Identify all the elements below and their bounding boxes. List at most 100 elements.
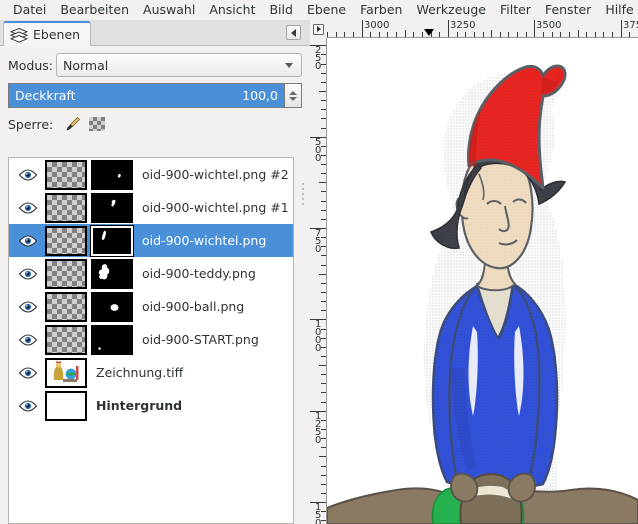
menu-werkzeuge[interactable]: Werkzeuge [409, 1, 493, 19]
layer-row[interactable]: oid-900-wichtel.png [9, 224, 293, 257]
layer-row[interactable]: oid-900-wichtel.png #1 [9, 191, 293, 224]
layers-dock: Ebenen Modus: Normal Deckkraft 100,0 Spe… [0, 20, 310, 524]
layer-visibility-toggle[interactable] [11, 201, 45, 214]
ruler-tick [370, 32, 371, 37]
layer-thumbnail-transparent[interactable] [45, 258, 87, 289]
layer-mask-thumbnail[interactable] [91, 324, 133, 355]
dock-scrollbar[interactable] [300, 180, 306, 400]
ruler-tick [321, 475, 326, 476]
layer-row[interactable]: oid-900-START.png [9, 323, 293, 356]
ruler-origin-button[interactable] [310, 20, 327, 38]
ruler-tick [321, 82, 326, 83]
ruler-tick [319, 274, 326, 275]
layer-thumbnail-drawing[interactable] [45, 357, 87, 388]
ruler-tick [491, 30, 492, 37]
ruler-tick [321, 310, 326, 311]
layer-name-label: oid-900-START.png [142, 332, 259, 347]
layer-list[interactable]: oid-900-wichtel.png #2 oid-900-wichtel.pn… [8, 157, 294, 524]
menu-filter[interactable]: Filter [493, 1, 538, 19]
ruler-tick [353, 32, 354, 37]
horizontal-ruler[interactable]: 3000 3250 3500 3750 [327, 20, 638, 38]
menu-bild[interactable]: Bild [262, 1, 299, 19]
menu-fenster[interactable]: Fenster [538, 1, 598, 19]
menu-bearbeiten[interactable]: Bearbeiten [53, 1, 136, 19]
ruler-tick [560, 32, 561, 37]
layer-mask-thumbnail[interactable] [91, 258, 133, 289]
ruler-tick [321, 447, 326, 448]
ruler-tick [379, 32, 380, 37]
ruler-tick [321, 283, 326, 284]
eye-icon [18, 267, 38, 280]
menu-farben[interactable]: Farben [353, 1, 409, 19]
opacity-label: Deckkraft [15, 88, 76, 103]
canvas-area: 3000 3250 3500 3750 250 500 750 1000 1250 1500 [310, 20, 638, 524]
layer-row[interactable]: oid-900-wichtel.png #2 [9, 158, 293, 191]
checker-swatch [89, 117, 106, 131]
layer-visibility-toggle[interactable] [11, 399, 45, 412]
layer-visibility-toggle[interactable] [11, 300, 45, 313]
layer-thumbnail-white[interactable] [45, 390, 87, 421]
menu-hilfe[interactable]: Hilfe [598, 1, 638, 19]
ruler-tick [439, 32, 440, 37]
mode-label: Modus: [8, 57, 54, 73]
layer-visibility-toggle[interactable] [11, 267, 45, 280]
mode-combobox[interactable]: Normal [56, 53, 302, 77]
scroll-dot [302, 198, 304, 200]
menu-ansicht[interactable]: Ansicht [202, 1, 262, 19]
layer-visibility-toggle[interactable] [11, 333, 45, 346]
layer-row[interactable]: oid-900-teddy.png [9, 257, 293, 290]
layer-mask-thumbnail[interactable] [91, 159, 133, 190]
layer-name-label: Hintergrund [96, 398, 183, 413]
ruler-tick [321, 164, 326, 165]
scroll-dot [302, 188, 304, 190]
eye-icon [18, 366, 38, 379]
menu-ebene[interactable]: Ebene [300, 1, 353, 19]
tab-ebenen[interactable]: Ebenen [3, 21, 92, 46]
layer-thumbnail-transparent[interactable] [45, 291, 87, 322]
layer-mask-thumbnail[interactable] [91, 291, 133, 322]
layer-thumbnail-transparent[interactable] [45, 324, 87, 355]
chevron-down-icon[interactable] [288, 96, 298, 102]
layer-visibility-toggle[interactable] [11, 234, 45, 247]
ruler-tick [321, 265, 326, 266]
layer-thumbnail-transparent[interactable] [45, 159, 87, 190]
menu-auswahl[interactable]: Auswahl [136, 1, 202, 19]
ruler-tick [396, 32, 397, 37]
lock-pixels-brush-icon[interactable] [61, 114, 85, 134]
layer-thumbnail-transparent[interactable] [45, 192, 87, 223]
ruler-tick [569, 32, 570, 37]
ruler-tick [321, 219, 326, 220]
layer-thumbnails [45, 324, 133, 355]
vertical-ruler[interactable]: 250 500 750 1000 1250 1500 [310, 38, 327, 524]
ruler-tick [321, 484, 326, 485]
layer-name-label: Zeichnung.tiff [96, 365, 184, 380]
ruler-tick [552, 32, 553, 37]
ruler-tick [629, 32, 630, 37]
layer-row[interactable]: oid-900-ball.png [9, 290, 293, 323]
ruler-tick [319, 456, 326, 457]
opacity-value: 100,0 [242, 88, 278, 103]
dock-collapse-button[interactable] [286, 25, 301, 40]
layer-visibility-toggle[interactable] [11, 168, 45, 181]
ruler-tick [321, 493, 326, 494]
layer-name-label: oid-900-teddy.png [142, 266, 256, 281]
menu-datei[interactable]: Datei [6, 1, 53, 19]
ruler-tick [321, 383, 326, 384]
ruler-tick [321, 466, 326, 467]
ruler-tick [321, 201, 326, 202]
layer-visibility-toggle[interactable] [11, 366, 45, 379]
unit-menu-icon [313, 23, 324, 35]
image-canvas[interactable] [327, 38, 638, 524]
ruler-tick [321, 73, 326, 74]
opacity-slider[interactable]: Deckkraft 100,0 [8, 83, 285, 108]
ruler-tick [474, 32, 475, 37]
lock-alpha-checker-icon[interactable] [85, 114, 109, 134]
ruler-tick [457, 32, 458, 37]
layer-mask-thumbnail[interactable] [90, 224, 134, 257]
ruler-label: 250 [315, 45, 322, 72]
layer-row[interactable]: Hintergrund [9, 389, 293, 422]
layer-thumbnail-transparent[interactable] [45, 225, 87, 256]
layer-row[interactable]: Zeichnung.tiff [9, 356, 293, 389]
opacity-spinner[interactable] [285, 83, 302, 108]
layer-mask-thumbnail[interactable] [91, 192, 133, 223]
